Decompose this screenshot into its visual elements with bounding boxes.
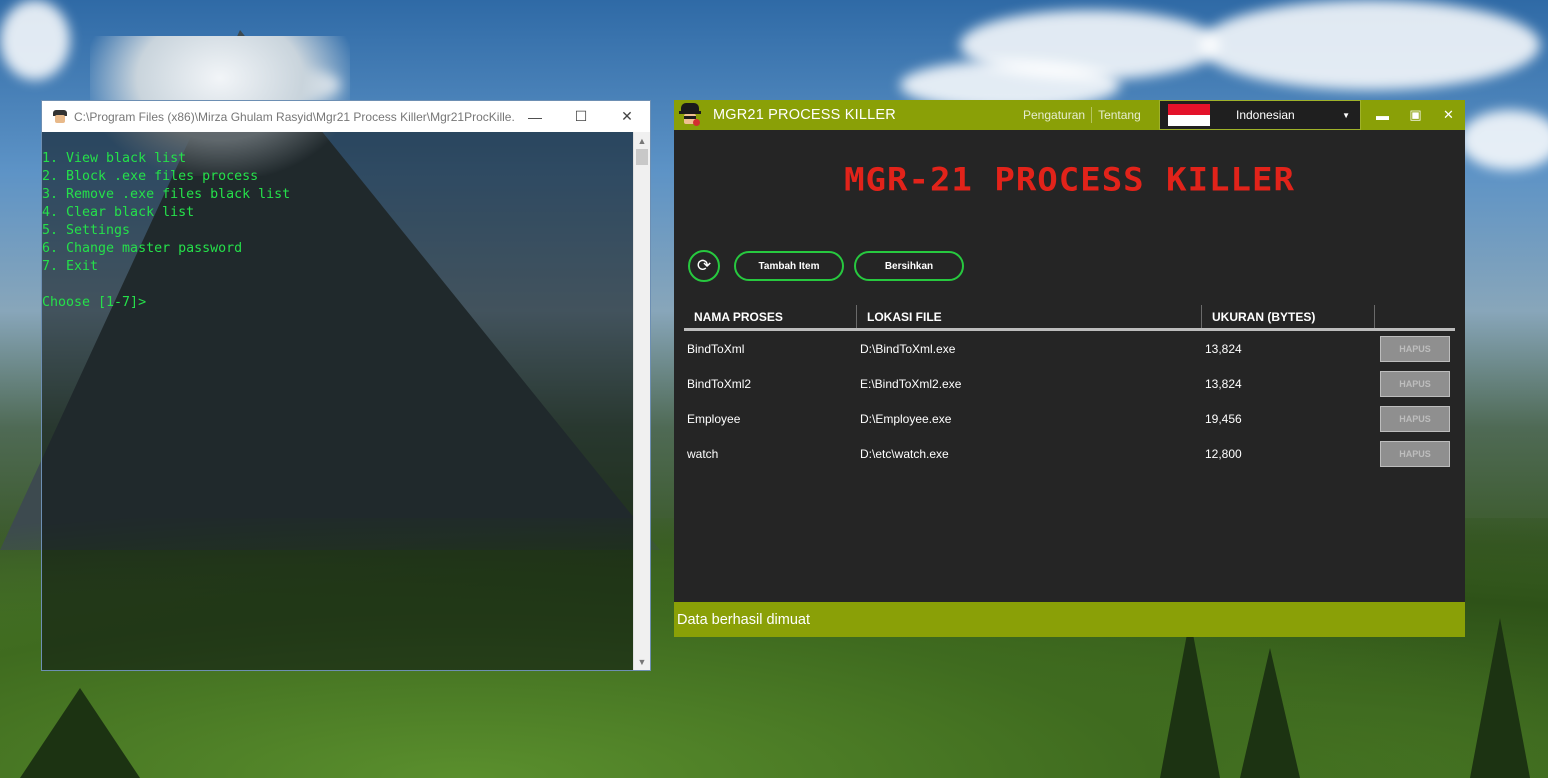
delete-button[interactable]: HAPUS [1380,440,1450,467]
close-icon[interactable]: ✕ [604,101,650,132]
app-icon [52,109,68,125]
spy-logo-icon [679,103,701,127]
table-row[interactable]: Employee D:\Employee.exe 19,456 HAPUS [684,401,1455,436]
add-item-button[interactable]: Tambah Item [734,251,844,281]
cell-action: HAPUS [1375,405,1455,432]
menu-about[interactable]: Tentang [1092,108,1147,122]
column-header-action [1375,305,1455,328]
app-title: MGR21 PROCESS KILLER [713,107,896,123]
cell-action: HAPUS [1375,335,1455,362]
column-header-name[interactable]: NAMA PROSES [684,305,857,328]
language-value: Indonesian [1236,108,1295,122]
console-title: C:\Program Files (x86)\Mirza Ghulam Rasy… [74,109,514,124]
menu-option-3: 3. Remove .exe files black list [42,187,291,202]
tree [1470,618,1530,778]
menu-option-2: 2. Block .exe files process [42,169,259,184]
menu-option-4: 4. Clear black list [42,205,195,220]
cell-file-location: E:\BindToXml2.exe [860,376,962,391]
app-titlebar[interactable]: MGR21 PROCESS KILLER Pengaturan Tentang … [674,100,1465,130]
delete-button[interactable]: HAPUS [1380,370,1450,397]
delete-button[interactable]: HAPUS [1380,335,1450,362]
cell-process-name: Employee [687,411,741,426]
refresh-icon: ⟳ [696,256,712,275]
console-window[interactable]: C:\Program Files (x86)\Mirza Ghulam Rasy… [41,100,651,671]
column-header-size[interactable]: UKURAN (BYTES) [1202,305,1375,328]
refresh-button[interactable]: ⟳ [688,250,720,282]
app-window-controls: ▬ ▣ ✕ [1366,100,1465,130]
cell-file-location: D:\etc\watch.exe [860,446,949,461]
toolbar: ⟳ Tambah Item Bersihkan [688,250,964,282]
menu-option-1: 1. View black list [42,151,187,166]
indonesia-flag-icon [1168,104,1210,126]
scroll-up-icon[interactable]: ▲ [634,132,650,149]
cell-process-name: BindToXml2 [687,376,752,391]
cell-file-location: D:\BindToXml.exe [860,341,956,356]
top-menu: Pengaturan Tentang [1017,100,1147,130]
column-header-location[interactable]: LOKASI FILE [857,305,1202,328]
console-scrollbar[interactable]: ▲ ▼ [633,132,650,670]
roof [20,688,140,778]
close-icon[interactable]: ✕ [1432,100,1465,130]
cell-file-size: 13,824 [1205,376,1242,391]
maximize-icon[interactable]: ☐ [558,101,604,132]
minimize-icon[interactable]: ▬ [1366,100,1399,130]
cell-file-size: 13,824 [1205,341,1242,356]
menu-option-7: 7. Exit [42,259,99,274]
cell-process-name: watch [687,446,719,461]
tree [1240,648,1300,778]
menu-option-5: 5. Settings [42,223,131,238]
language-select[interactable]: Indonesian ▼ [1159,100,1361,130]
clear-button[interactable]: Bersihkan [854,251,964,281]
chevron-down-icon: ▼ [1342,110,1350,120]
cell-action: HAPUS [1375,370,1455,397]
app-heading: MGR-21 PROCESS KILLER [844,161,1295,199]
cell-action: HAPUS [1375,440,1455,467]
console-output[interactable]: 1. View black list 2. Block .exe files p… [42,132,635,670]
menu-settings[interactable]: Pengaturan [1017,108,1091,122]
cell-process-name: BindToXml [687,341,745,356]
table-row[interactable]: BindToXml D:\BindToXml.exe 13,824 HAPUS [684,331,1455,366]
table-row[interactable]: watch D:\etc\watch.exe 12,800 HAPUS [684,436,1455,471]
process-killer-window: MGR21 PROCESS KILLER Pengaturan Tentang … [674,100,1465,637]
table-header: NAMA PROSES LOKASI FILE UKURAN (BYTES) [684,305,1455,331]
delete-button[interactable]: HAPUS [1380,405,1450,432]
console-window-controls: — ☐ ✕ [512,101,650,132]
scroll-thumb[interactable] [636,149,648,165]
blacklist-table: NAMA PROSES LOKASI FILE UKURAN (BYTES) B… [684,305,1455,471]
cloud [1460,110,1548,170]
scroll-down-icon[interactable]: ▼ [634,653,650,670]
maximize-icon[interactable]: ▣ [1399,100,1432,130]
minimize-icon[interactable]: — [512,101,558,132]
tree [1160,618,1220,778]
console-titlebar[interactable]: C:\Program Files (x86)\Mirza Ghulam Rasy… [42,101,650,132]
cell-file-size: 12,800 [1205,446,1242,461]
cell-file-location: D:\Employee.exe [860,411,952,426]
table-row[interactable]: BindToXml2 E:\BindToXml2.exe 13,824 HAPU… [684,366,1455,401]
status-bar: Data berhasil dimuat [674,602,1465,637]
console-prompt[interactable]: Choose [1-7]> [42,294,635,312]
cell-file-size: 19,456 [1205,411,1242,426]
cloud [1200,0,1540,90]
menu-option-6: 6. Change master password [42,241,243,256]
